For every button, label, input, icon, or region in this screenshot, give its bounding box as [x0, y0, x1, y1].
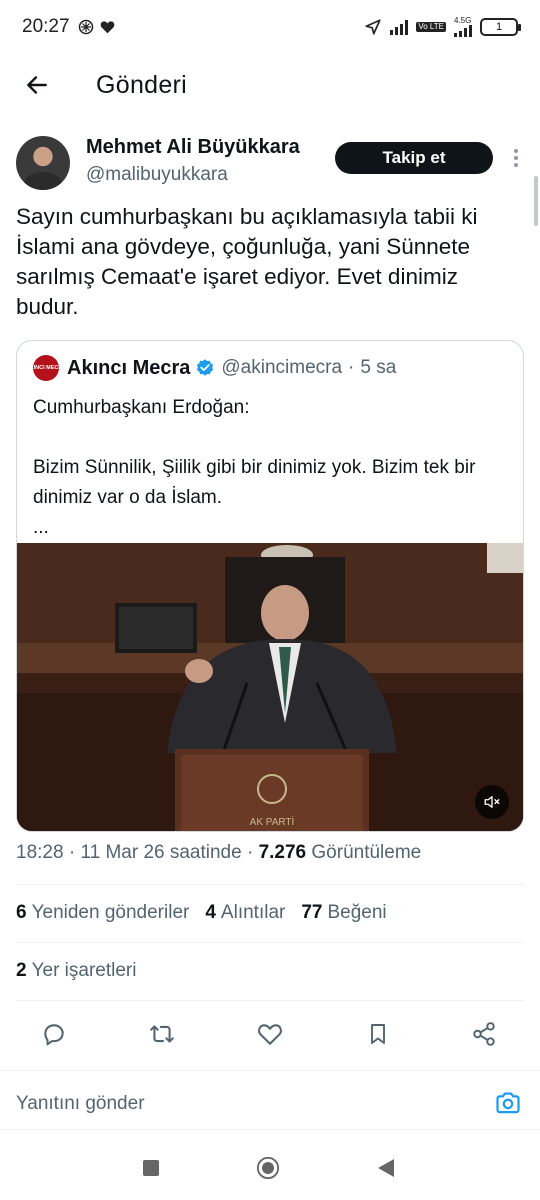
retweet-button[interactable] [144, 1016, 180, 1052]
status-time: 20:27 [22, 16, 70, 37]
signal-2-group: 4.5G [454, 17, 472, 37]
like-label: Beğeni [327, 902, 387, 923]
meta-separator-2: · [246, 842, 254, 863]
status-right-icons: Vo LTE 4.5G 1 [364, 17, 521, 37]
like-count: 77 [301, 902, 323, 923]
quoted-post-header: AKINCI MECRA Akıncı Mecra @akincimecra ·… [26, 355, 397, 381]
divider [16, 1000, 524, 1001]
reply-icon [44, 1024, 64, 1046]
network-type: 4.5G [454, 16, 472, 25]
share-icon [473, 1022, 495, 1046]
back-button[interactable] [0, 54, 74, 116]
scrollbar[interactable] [534, 176, 538, 226]
view-label: Görüntüleme [311, 842, 422, 863]
bookmarks-stat[interactable]: 2 Yer işaretleri [16, 960, 136, 982]
camera-icon [496, 1092, 520, 1114]
like-icon [258, 1024, 282, 1045]
meta-separator-1: · [68, 842, 76, 863]
more-vertical-icon [514, 149, 518, 153]
quoted-video[interactable]: AK PARTİ [17, 543, 523, 831]
signal-2-icon [454, 25, 472, 37]
settings-notification-icon [78, 19, 93, 35]
bookmark-icon [371, 1024, 385, 1044]
divider [16, 884, 524, 885]
quote-count: 4 [205, 902, 216, 923]
retweet-label: Yeniden gönderiler [31, 902, 190, 923]
video-frame: AK PARTİ [17, 543, 523, 831]
reply-input[interactable]: Yanıtını gönder [16, 1093, 145, 1115]
system-navigation-bar [0, 1138, 540, 1200]
follow-button[interactable]: Takip et [335, 142, 493, 174]
status-left-icons [78, 19, 115, 35]
signal-1-icon [390, 19, 409, 35]
volte-badge: Vo LTE [416, 21, 446, 33]
author-name[interactable]: Mehmet Ali Büyükkara [86, 136, 300, 159]
quoted-text: Cumhurbaşkanı Erdoğan: Bizim Sünnilik, Ş… [33, 393, 503, 543]
view-count: 7.276 [258, 842, 307, 863]
camera-button[interactable] [494, 1089, 522, 1117]
retweet-icon [150, 1025, 174, 1043]
post-meta: 18:28 · 11 Mar 26 saatinde · 7.276 Görün… [16, 842, 421, 864]
nav-back-icon [378, 1159, 394, 1177]
heart-notification-icon [100, 21, 114, 34]
reply-button[interactable] [36, 1016, 72, 1052]
verified-badge-icon [197, 359, 214, 376]
quoted-line-3: ... [33, 517, 49, 538]
nav-recents-icon [143, 1160, 159, 1176]
bookmark-label: Yer işaretleri [31, 960, 137, 981]
quoted-line-1: Cumhurbaşkanı Erdoğan: [33, 397, 250, 418]
page-title: Gönderi [96, 70, 188, 99]
top-app-bar: Gönderi [0, 54, 540, 116]
bookmark-button[interactable] [360, 1016, 396, 1052]
mute-button[interactable] [475, 785, 509, 819]
like-button[interactable] [252, 1016, 288, 1052]
post-stats: 6 Yeniden gönderiler 4 Alıntılar 77 Beğeni [16, 902, 387, 924]
post-date: 11 Mar 26 saatinde [80, 842, 242, 863]
post-text: Sayın cumhurbaşkanı bu açıklamasıyla tab… [16, 204, 478, 319]
quoted-author-name: Akıncı Mecra [67, 356, 191, 379]
recents-button[interactable] [139, 1156, 163, 1180]
quotes-stat[interactable]: 4 Alıntılar [205, 902, 285, 924]
share-button[interactable] [466, 1016, 502, 1052]
quoted-time: 5 sa [360, 357, 397, 378]
nav-home-icon [256, 1156, 280, 1180]
battery-indicator: 1 [480, 18, 521, 36]
back-nav-button[interactable] [374, 1156, 398, 1180]
retweet-count: 6 [16, 902, 27, 923]
bookmark-count: 2 [16, 960, 27, 981]
quoted-separator: · [348, 357, 355, 378]
reply-composer: Yanıtını gönder [0, 1070, 540, 1130]
quoted-author-avatar: AKINCI MECRA [26, 355, 66, 381]
more-options-button[interactable] [506, 140, 526, 176]
action-bar [0, 1012, 540, 1056]
likes-stat[interactable]: 77 Beğeni [301, 902, 386, 924]
post-time: 18:28 [16, 842, 64, 863]
location-icon [365, 19, 381, 35]
quoted-post[interactable]: AKINCI MECRA Akıncı Mecra @akincimecra ·… [16, 340, 524, 832]
quoted-author-handle: @akincimecra [221, 357, 343, 378]
divider [16, 942, 524, 943]
status-bar: 20:27 Vo LTE 4.5G 1 [0, 0, 540, 54]
battery-level: 1 [495, 21, 503, 33]
author-avatar[interactable] [16, 136, 70, 190]
quoted-line-2: Bizim Sünnilik, Şiilik gibi bir dinimiz … [33, 457, 476, 508]
home-button[interactable] [256, 1156, 280, 1180]
podium-caption: AK PARTİ [250, 815, 295, 828]
mute-icon [484, 796, 500, 808]
author-handle[interactable]: @malibuyukkara [86, 164, 228, 186]
arrow-back-icon [27, 76, 47, 94]
post-author: Mehmet Ali Büyükkara @malibuyukkara Taki… [16, 134, 526, 192]
retweets-stat[interactable]: 6 Yeniden gönderiler [16, 902, 189, 924]
quote-label: Alıntılar [220, 902, 286, 923]
